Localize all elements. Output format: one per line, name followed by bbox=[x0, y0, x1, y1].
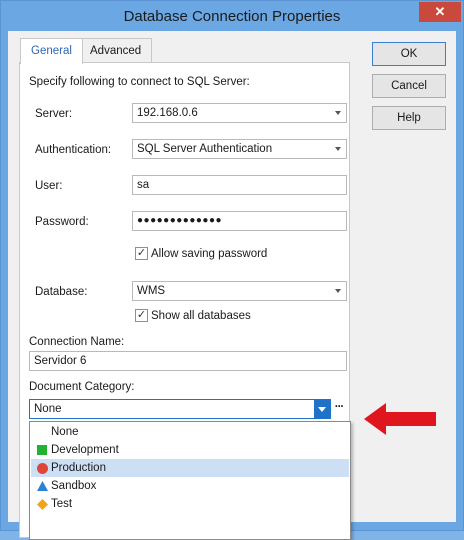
cancel-button[interactable]: Cancel bbox=[372, 74, 446, 98]
green-square-icon bbox=[37, 445, 47, 455]
tab-general[interactable]: General bbox=[20, 38, 83, 64]
connection-name-label: Connection Name: bbox=[29, 336, 125, 348]
option-label: Production bbox=[51, 462, 106, 474]
show-all-databases-checkbox[interactable]: ✓ bbox=[135, 309, 148, 322]
chevron-down-icon[interactable] bbox=[335, 147, 341, 151]
password-value: ●●●●●●●●●●●●● bbox=[137, 215, 223, 226]
document-category-value: None bbox=[34, 403, 62, 415]
document-category-dropdown-list: None Development Production Sandbox Test bbox=[29, 421, 351, 540]
list-item[interactable]: Sandbox bbox=[31, 477, 349, 495]
help-button[interactable]: Help bbox=[372, 106, 446, 130]
allow-saving-checkbox[interactable]: ✓ bbox=[135, 247, 148, 260]
password-input[interactable]: ●●●●●●●●●●●●● bbox=[132, 211, 347, 231]
database-value: WMS bbox=[137, 285, 166, 297]
show-all-databases-label[interactable]: Show all databases bbox=[151, 310, 251, 322]
connection-name-input[interactable]: Servidor 6 bbox=[29, 351, 347, 371]
red-circle-icon bbox=[37, 463, 48, 474]
more-options-button[interactable]: ··· bbox=[331, 400, 347, 418]
instruction-text: Specify following to connect to SQL Serv… bbox=[29, 76, 250, 88]
server-value: 192.168.0.6 bbox=[137, 107, 198, 119]
server-combo[interactable]: 192.168.0.6 bbox=[132, 103, 347, 123]
window-title: Database Connection Properties bbox=[123, 8, 341, 25]
server-label: Server: bbox=[35, 108, 73, 120]
chevron-down-icon[interactable] bbox=[335, 289, 341, 293]
user-label: User: bbox=[35, 180, 63, 192]
red-arrow-annotation-icon bbox=[364, 403, 436, 435]
option-label: Development bbox=[51, 444, 119, 456]
ok-button[interactable]: OK bbox=[372, 42, 446, 66]
user-value: sa bbox=[137, 179, 150, 191]
list-item[interactable]: Development bbox=[31, 441, 349, 459]
chevron-down-icon[interactable] bbox=[335, 111, 341, 115]
authentication-combo[interactable]: SQL Server Authentication bbox=[132, 139, 347, 159]
allow-saving-label[interactable]: Allow saving password bbox=[151, 248, 267, 260]
title-bar[interactable]: Database Connection Properties ✕ bbox=[1, 1, 463, 31]
close-button[interactable]: ✕ bbox=[419, 2, 461, 22]
document-category-combo[interactable]: None bbox=[29, 399, 331, 419]
list-item[interactable]: Test bbox=[31, 495, 349, 513]
user-input[interactable]: sa bbox=[132, 175, 347, 195]
connection-name-value: Servidor 6 bbox=[34, 355, 87, 367]
document-category-dropdown-button[interactable] bbox=[314, 400, 330, 418]
document-category-label: Document Category: bbox=[29, 381, 135, 393]
authentication-label: Authentication: bbox=[35, 144, 112, 156]
database-label: Database: bbox=[35, 286, 88, 298]
tab-advanced[interactable]: Advanced bbox=[79, 38, 153, 63]
dialog-window: Database Connection Properties ✕ General… bbox=[0, 0, 464, 540]
option-label: Sandbox bbox=[51, 480, 97, 492]
authentication-value: SQL Server Authentication bbox=[137, 143, 273, 155]
option-label: None bbox=[51, 426, 79, 438]
list-item[interactable]: Production bbox=[31, 459, 349, 477]
password-label: Password: bbox=[35, 216, 89, 228]
list-item[interactable]: None bbox=[31, 423, 349, 441]
option-label: Test bbox=[51, 498, 73, 510]
database-combo[interactable]: WMS bbox=[132, 281, 347, 301]
blue-triangle-icon bbox=[37, 481, 48, 491]
dialog-client-area: General Advanced Specify following to co… bbox=[8, 31, 456, 540]
orange-diamond-icon bbox=[37, 499, 48, 510]
